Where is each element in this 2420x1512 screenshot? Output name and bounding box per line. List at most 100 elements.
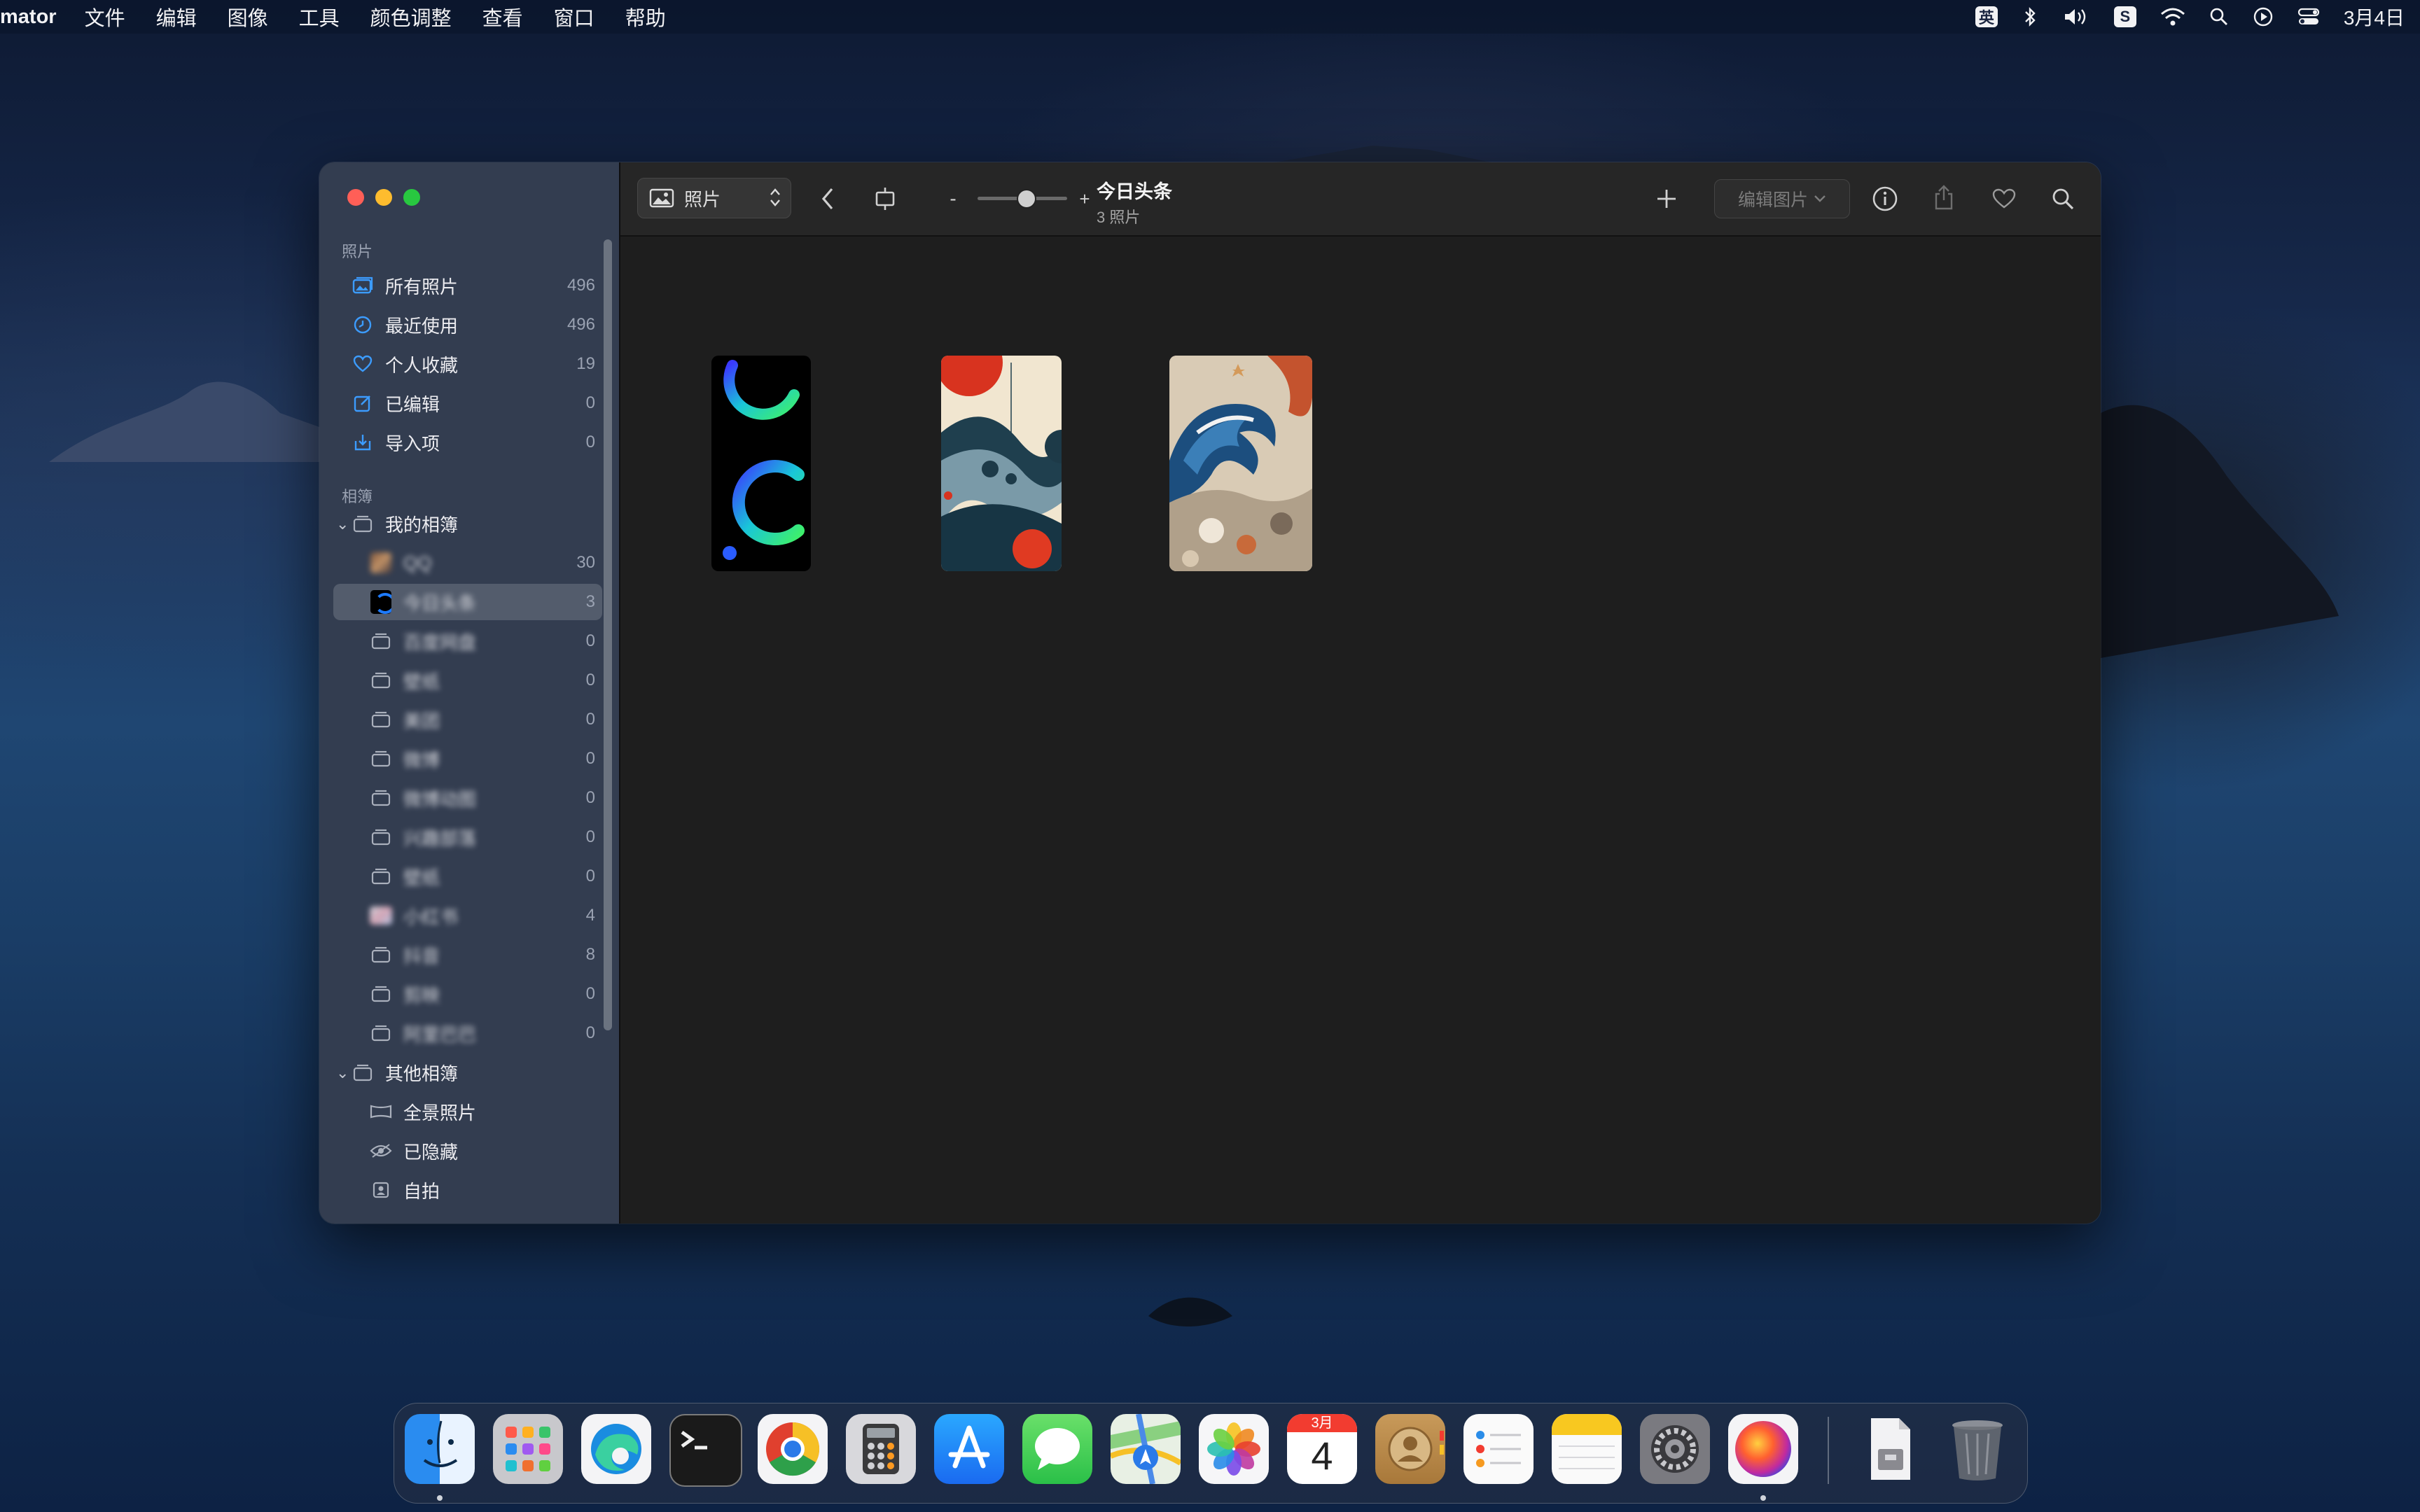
sidebar-item-edited[interactable]: 已编辑 0 <box>333 385 602 421</box>
screen-record-icon[interactable] <box>2253 6 2274 27</box>
system-settings-icon[interactable] <box>1640 1414 1710 1484</box>
sidebar-group-other-albums[interactable]: ⌄ 其他相簿 <box>333 1054 602 1091</box>
sidebar-item-album[interactable]: 微博动图 0 <box>333 780 602 816</box>
sidebar-item-album[interactable]: 兴趣部落 0 <box>333 819 602 855</box>
pixelmator-icon[interactable] <box>1728 1414 1798 1484</box>
sidebar-item-label: 剪映 <box>403 984 440 1006</box>
terminal-icon[interactable] <box>669 1414 742 1487</box>
sidebar-item-album[interactable]: 壁纸 0 <box>333 662 602 699</box>
photos-app-icon[interactable] <box>1199 1414 1269 1484</box>
photo-thumbnail[interactable] <box>711 356 811 571</box>
calendar-icon[interactable]: 3月 4 <box>1287 1414 1357 1484</box>
menu-help[interactable]: 帮助 <box>625 2 666 31</box>
sidebar-item-favorites[interactable]: 个人收藏 19 <box>333 346 602 382</box>
minimize-window-button[interactable] <box>375 189 392 206</box>
zoom-slider-knob[interactable] <box>1017 189 1037 209</box>
sidebar-item-recent[interactable]: 最近使用 496 <box>333 307 602 343</box>
chevron-down-icon[interactable]: ⌄ <box>336 515 349 533</box>
zoom-out-button[interactable]: - <box>943 185 964 213</box>
sidebar-item-all-photos[interactable]: 所有照片 496 <box>333 267 602 304</box>
album-folder-icon <box>370 944 392 966</box>
zoom-in-button[interactable]: + <box>1074 185 1095 213</box>
menu-window[interactable]: 窗口 <box>554 2 594 31</box>
close-window-button[interactable] <box>347 189 364 206</box>
item-count: 0 <box>585 631 595 650</box>
sidebar-item-label: 全景照片 <box>403 1102 477 1124</box>
panorama-icon <box>370 1100 392 1123</box>
photo-thumbnail[interactable] <box>941 356 1062 571</box>
source-selector[interactable]: 照片 <box>637 178 791 218</box>
chrome-browser-icon[interactable] <box>758 1414 828 1484</box>
zoom-window-button[interactable] <box>403 189 420 206</box>
volume-icon[interactable] <box>2062 6 2090 27</box>
item-count: 0 <box>585 710 595 729</box>
sidebar-item-imports[interactable]: 导入项 0 <box>333 424 602 461</box>
menu-view[interactable]: 查看 <box>482 2 523 31</box>
menu-file[interactable]: 文件 <box>85 2 125 31</box>
sidebar-item-album[interactable]: 百度网盘 0 <box>333 623 602 659</box>
info-button[interactable] <box>1867 181 1903 217</box>
contacts-icon[interactable] <box>1375 1414 1445 1484</box>
control-center-icon[interactable] <box>2297 7 2320 27</box>
app-name-menu[interactable]: mator <box>0 6 57 29</box>
item-count: 4 <box>585 906 595 925</box>
album-folder-icon <box>370 787 392 809</box>
share-button[interactable] <box>1926 179 1962 216</box>
calculator-icon[interactable] <box>846 1414 916 1484</box>
reminders-icon[interactable] <box>1463 1414 1534 1484</box>
sidebar-item-label: 所有照片 <box>385 276 459 298</box>
favorite-button[interactable] <box>1986 181 2022 217</box>
input-method-icon[interactable]: 英 <box>1975 6 1998 27</box>
sidebar-item-album[interactable]: 小红书 4 <box>333 897 602 934</box>
sidebar-item-selfies[interactable]: 自拍 <box>333 1172 602 1208</box>
sidebar-item-panoramas[interactable]: 全景照片 <box>333 1093 602 1130</box>
sidebar-item-hidden[interactable]: 已隐藏 <box>333 1133 602 1169</box>
app-store-icon[interactable] <box>934 1414 1004 1484</box>
sidebar-item-label: 美团 <box>403 710 440 732</box>
sidebar-item-album[interactable]: 美团 0 <box>333 701 602 738</box>
menu-tools[interactable]: 工具 <box>299 2 340 31</box>
app-menu: mator 文件 编辑 图像 工具 颜色调整 查看 窗口 帮助 <box>0 2 697 31</box>
share-icon <box>1935 185 1953 210</box>
maps-icon[interactable] <box>1111 1414 1181 1484</box>
chevron-down-icon[interactable]: ⌄ <box>336 1064 349 1082</box>
bluetooth-icon[interactable] <box>2022 6 2038 27</box>
eye-icon <box>370 1140 392 1162</box>
back-button[interactable] <box>811 181 844 217</box>
wifi-icon[interactable] <box>2160 7 2185 27</box>
sidebar-item-album[interactable]: 微博 0 <box>333 741 602 777</box>
menubar-date[interactable]: 3月4日 <box>2344 3 2405 31</box>
add-button[interactable] <box>1648 181 1685 217</box>
messages-icon[interactable] <box>1022 1414 1092 1484</box>
sync-app-icon[interactable]: S <box>2113 6 2136 27</box>
launchpad-icon[interactable] <box>493 1414 563 1484</box>
menu-color-adjust[interactable]: 颜色调整 <box>370 2 452 31</box>
slideshow-button[interactable] <box>865 181 905 217</box>
sidebar-item-album[interactable]: QQ 30 <box>333 545 602 581</box>
photo-grid <box>620 237 2101 1224</box>
sidebar-item-label: 壁纸 <box>403 671 440 692</box>
edge-browser-icon[interactable] <box>581 1414 651 1484</box>
sidebar-item-album[interactable]: 阿里巴巴 0 <box>333 1015 602 1051</box>
sidebar-group-label: 我的相簿 <box>385 514 459 536</box>
sidebar-item-album[interactable]: 壁纸 0 <box>333 858 602 895</box>
sidebar-scrollbar[interactable] <box>604 239 612 1030</box>
edit-image-button[interactable]: 编辑图片 <box>1714 179 1850 218</box>
sidebar-item-album[interactable]: 剪映 0 <box>333 976 602 1012</box>
album-folder-icon <box>370 826 392 848</box>
spotlight-search-icon[interactable] <box>2209 7 2229 27</box>
item-count: 8 <box>585 945 595 964</box>
notes-icon[interactable] <box>1552 1414 1622 1484</box>
sidebar-item-album[interactable]: 抖音 8 <box>333 937 602 973</box>
search-button[interactable] <box>2045 181 2081 217</box>
sidebar-item-label: 阿里巴巴 <box>403 1023 477 1045</box>
sidebar-item-album-selected[interactable]: 今日头条 3 <box>333 584 602 620</box>
sidebar-group-my-albums[interactable]: ⌄ 我的相簿 <box>333 505 602 542</box>
menu-image[interactable]: 图像 <box>228 2 268 31</box>
finder-icon[interactable] <box>405 1414 475 1484</box>
chevron-down-icon <box>1814 195 1826 203</box>
trash-icon[interactable] <box>1942 1414 2012 1484</box>
photo-thumbnail[interactable] <box>1169 356 1312 571</box>
archive-utility-icon[interactable] <box>1854 1414 1924 1484</box>
menu-edit[interactable]: 编辑 <box>156 2 197 31</box>
